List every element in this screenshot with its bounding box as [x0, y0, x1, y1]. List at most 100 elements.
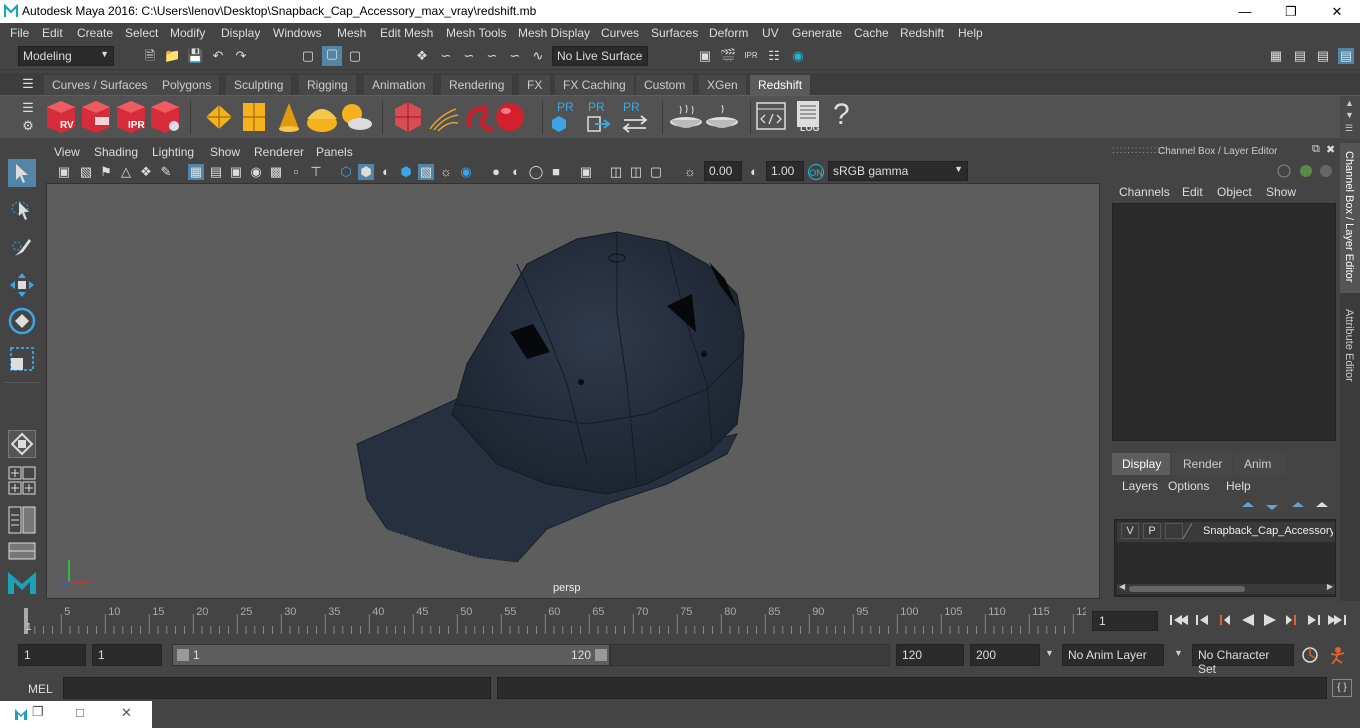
- select-component-icon[interactable]: ▢: [347, 48, 363, 64]
- tab-channel-box-vertical[interactable]: Channel Box / Layer Editor: [1340, 143, 1360, 293]
- float-panel-icon[interactable]: ⧉: [1312, 143, 1320, 156]
- vp-menu-renderer[interactable]: Renderer: [254, 145, 304, 159]
- make-live-icon[interactable]: ∿: [530, 48, 546, 64]
- xray-joints-icon[interactable]: ◫: [628, 164, 644, 180]
- scale-tool[interactable]: [8, 345, 36, 373]
- color-management-icon[interactable]: ON: [808, 164, 824, 180]
- scroll-right-icon[interactable]: ▶: [1327, 582, 1333, 591]
- safe-title-icon[interactable]: ⊤: [308, 164, 324, 180]
- object-icons[interactable]: [392, 99, 532, 135]
- step-forward-key-icon[interactable]: [1286, 615, 1296, 625]
- vp-menu-lighting[interactable]: Lighting: [152, 145, 194, 159]
- textured-icon[interactable]: ▧: [418, 164, 434, 180]
- maya-home-icon[interactable]: [6, 566, 38, 596]
- layer-scrollbar[interactable]: ◀ ▶: [1117, 582, 1335, 594]
- live-surface-field[interactable]: No Live Surface: [552, 46, 648, 66]
- layer-tab-anim[interactable]: Anim: [1234, 453, 1286, 475]
- playback-buttons[interactable]: [1166, 610, 1360, 630]
- restore-icon[interactable]: ❐: [32, 704, 44, 720]
- proxy-import-icon[interactable]: [552, 116, 566, 132]
- time-ruler[interactable]: 5 10 15 20 25 30 35 40 45 50 55 60 65 70 75 80 85 90 95 100…: [18, 604, 1086, 634]
- attribute-editor-toggle-icon[interactable]: ▤: [1315, 48, 1331, 64]
- motion-blur-icon[interactable]: ◐: [508, 164, 524, 180]
- snap-point-icon[interactable]: ∽: [461, 48, 477, 64]
- use-lights-icon[interactable]: ☼: [438, 164, 454, 180]
- menu-display[interactable]: Display: [221, 26, 260, 40]
- xray-icon[interactable]: ◫: [608, 164, 624, 180]
- material-icons[interactable]: [668, 102, 744, 132]
- go-to-end-icon[interactable]: [1328, 615, 1346, 625]
- outliner-layout-icon[interactable]: [8, 542, 36, 560]
- animation-prefs-icon[interactable]: [1328, 645, 1350, 665]
- bookmark-icon[interactable]: ⚑: [98, 164, 114, 180]
- grid-icon[interactable]: ▦: [188, 164, 204, 180]
- shadows-icon[interactable]: ◉: [458, 164, 474, 180]
- layer-name[interactable]: Snapback_Cap_Accessory: [1203, 525, 1333, 537]
- menu-mesh-display[interactable]: Mesh Display: [518, 26, 590, 40]
- soft-select-tool[interactable]: [8, 430, 36, 458]
- mode-dropdown[interactable]: Modeling ▼: [18, 46, 114, 66]
- layer-order-icons[interactable]: [1238, 499, 1334, 513]
- menu-surfaces[interactable]: Surfaces: [651, 26, 698, 40]
- minimize-button[interactable]: —: [1222, 0, 1268, 23]
- command-input[interactable]: [63, 677, 491, 699]
- close-icon[interactable]: ✕: [121, 705, 132, 721]
- le-menu-help[interactable]: Help: [1226, 479, 1251, 493]
- menu-modify[interactable]: Modify: [170, 26, 205, 40]
- dome-light-icon[interactable]: [307, 109, 337, 132]
- menu-windows[interactable]: Windows: [273, 26, 322, 40]
- tab-rigging[interactable]: Rigging: [299, 75, 357, 95]
- maximize-icon[interactable]: □: [76, 705, 84, 720]
- close-panel-icon[interactable]: ✖: [1326, 143, 1335, 156]
- wireframe-icon[interactable]: ⬡: [338, 164, 354, 180]
- step-forward-icon[interactable]: [1308, 615, 1320, 625]
- tab-sculpting[interactable]: Sculpting: [226, 75, 293, 95]
- menu-mesh[interactable]: Mesh: [337, 26, 366, 40]
- layer-tab-render[interactable]: Render: [1172, 453, 1232, 475]
- rotate-tool[interactable]: [8, 307, 36, 335]
- step-back-icon[interactable]: [1196, 615, 1208, 625]
- save-scene-icon[interactable]: 💾: [187, 48, 203, 64]
- film-gate-icon[interactable]: ▤: [208, 164, 224, 180]
- mel-label[interactable]: MEL: [28, 682, 53, 696]
- play-forwards-icon[interactable]: [1264, 614, 1276, 626]
- volume-icon[interactable]: [466, 105, 495, 132]
- vp-menu-shading[interactable]: Shading: [94, 145, 138, 159]
- close-button[interactable]: ✕: [1314, 0, 1360, 23]
- character-set-dropdown[interactable]: No Character Set: [1192, 644, 1294, 676]
- cap-model[interactable]: [47, 184, 1101, 600]
- vp-menu-show[interactable]: Show: [210, 145, 240, 159]
- modeling-toolkit-icon[interactable]: ▤: [1292, 48, 1308, 64]
- play-backwards-icon[interactable]: [1242, 614, 1254, 626]
- le-menu-layers[interactable]: Layers: [1122, 479, 1158, 493]
- scroll-down-icon[interactable]: ▼: [1345, 110, 1354, 120]
- start-time-input[interactable]: 1: [18, 644, 86, 666]
- hair-icon[interactable]: [429, 108, 459, 132]
- render-settings-icon[interactable]: [151, 101, 179, 133]
- gamma-input[interactable]: 1.00: [766, 161, 804, 181]
- isolate-select-icon[interactable]: ▣: [578, 164, 594, 180]
- step-back-key-icon[interactable]: [1220, 615, 1230, 625]
- 2d-pan-icon[interactable]: ❖: [138, 164, 154, 180]
- script-editor-button[interactable]: { }: [1332, 679, 1352, 697]
- area-light-icon[interactable]: [206, 105, 232, 129]
- image-plane-icon[interactable]: △: [118, 164, 134, 180]
- safe-action-icon[interactable]: ▫: [288, 164, 304, 180]
- menu-deform[interactable]: Deform: [709, 26, 748, 40]
- shelf-settings-icon[interactable]: ⚙: [20, 118, 36, 134]
- redo-icon[interactable]: ↷: [233, 48, 249, 64]
- layer-scroll-thumb[interactable]: [1129, 586, 1245, 592]
- menu-curves[interactable]: Curves: [601, 26, 639, 40]
- snap-view-icon[interactable]: ∽: [484, 48, 500, 64]
- shelf-list-icon[interactable]: ☰: [1345, 123, 1353, 134]
- le-menu-options[interactable]: Options: [1168, 479, 1209, 493]
- render-current-icon[interactable]: 🎬: [720, 48, 736, 64]
- render-view-icon[interactable]: ▣: [697, 48, 713, 64]
- channel-box-toggle-icons[interactable]: [1276, 163, 1336, 179]
- default-material-icon[interactable]: ◐: [378, 164, 394, 180]
- sphere-icon[interactable]: [496, 103, 524, 131]
- layer-type-toggle[interactable]: [1165, 523, 1183, 539]
- range-slider[interactable]: 1 120: [172, 644, 610, 666]
- ipr-render-icon[interactable]: IPR: [743, 48, 759, 64]
- tab-fx-caching[interactable]: FX Caching: [555, 75, 635, 95]
